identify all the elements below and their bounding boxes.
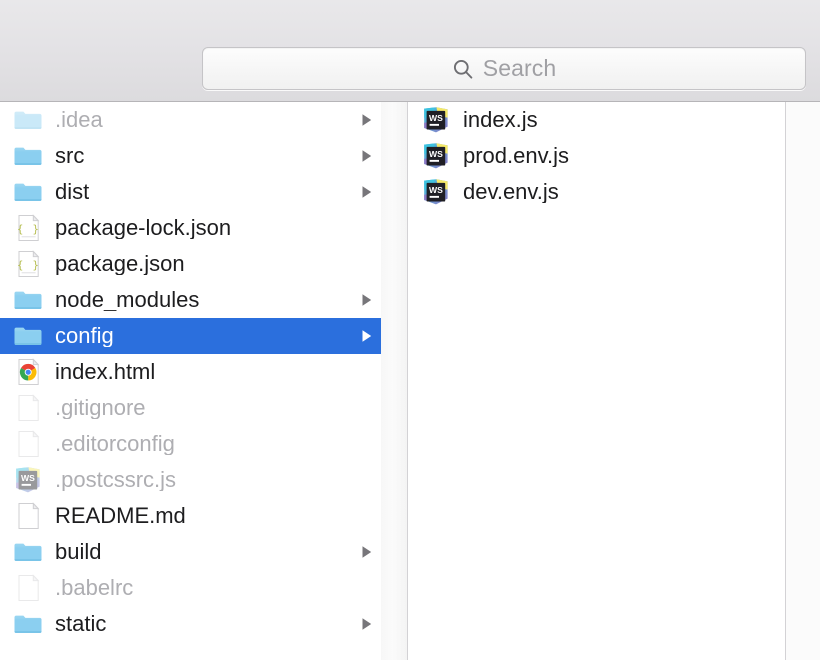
disclosure-arrow-icon[interactable] — [361, 329, 373, 343]
list-item[interactable]: WS .postcssrc.js — [0, 462, 381, 498]
folder-icon — [12, 140, 44, 172]
list-item[interactable]: dist — [0, 174, 381, 210]
list-item[interactable]: .idea — [0, 102, 381, 138]
list-item-label: dev.env.js — [463, 181, 559, 203]
folder-icon — [12, 104, 44, 136]
search-input[interactable]: Search — [202, 47, 806, 90]
webstorm-file-icon: WS — [420, 140, 452, 172]
disclosure-arrow-icon[interactable] — [361, 113, 373, 127]
list-item-label: .editorconfig — [55, 433, 175, 455]
folder-icon — [12, 176, 44, 208]
chrome-file-icon — [12, 356, 44, 388]
list-item[interactable]: .editorconfig — [0, 426, 381, 462]
list-item[interactable]: { } package-lock.json — [0, 210, 381, 246]
list-item-label: .gitignore — [55, 397, 146, 419]
blank-file-icon — [12, 392, 44, 424]
list-item[interactable]: WS dev.env.js — [408, 174, 785, 210]
list-item-label: node_modules — [55, 289, 199, 311]
list-item[interactable]: README.md — [0, 498, 381, 534]
folder-icon — [12, 536, 44, 568]
list-item-label: static — [55, 613, 106, 635]
svg-text:{ }: { } — [17, 223, 40, 235]
list-item-label: src — [55, 145, 84, 167]
list-item[interactable]: src — [0, 138, 381, 174]
folder-icon — [12, 608, 44, 640]
column-project-root[interactable]: .idea src dist { } package-lock.json { } packa… — [0, 102, 381, 660]
list-item-label: build — [55, 541, 101, 563]
list-item-label: README.md — [55, 505, 186, 527]
disclosure-arrow-icon[interactable] — [361, 545, 373, 559]
webstorm-file-icon: WS — [420, 104, 452, 136]
list-item-label: .babelrc — [55, 577, 133, 599]
disclosure-arrow-icon[interactable] — [361, 149, 373, 163]
list-item-label: index.html — [55, 361, 155, 383]
list-item-label: .postcssrc.js — [55, 469, 176, 491]
svg-text:WS: WS — [21, 473, 35, 483]
webstorm-file-icon: WS — [420, 176, 452, 208]
list-item[interactable]: .gitignore — [0, 390, 381, 426]
finder-window: Search .ideasrcdist{ }package-lock.json{… — [0, 0, 820, 660]
list-item-label: dist — [55, 181, 89, 203]
list-item[interactable]: .babelrc — [0, 570, 381, 606]
json-file-icon: { } — [12, 212, 44, 244]
search-placeholder: Search — [483, 55, 556, 82]
svg-text:{ }: { } — [17, 259, 40, 271]
list-item-label: prod.env.js — [463, 145, 569, 167]
column-1-scroll-gutter[interactable] — [381, 102, 407, 660]
folder-icon — [12, 284, 44, 316]
list-item[interactable]: node_modules — [0, 282, 381, 318]
svg-text:WS: WS — [429, 185, 443, 195]
list-item-label: index.js — [463, 109, 538, 131]
column-preview[interactable] — [786, 102, 820, 660]
blank-file-icon — [12, 500, 44, 532]
svg-text:WS: WS — [429, 113, 443, 123]
list-item[interactable]: build — [0, 534, 381, 570]
blank-file-icon — [12, 428, 44, 460]
webstorm-file-icon: WS — [12, 464, 44, 496]
list-item[interactable]: WS index.js — [408, 102, 785, 138]
json-file-icon: { } — [12, 248, 44, 280]
list-item[interactable]: WS prod.env.js — [408, 138, 785, 174]
svg-text:WS: WS — [429, 149, 443, 159]
disclosure-arrow-icon[interactable] — [361, 293, 373, 307]
toolbar: Search — [0, 0, 820, 102]
list-item[interactable]: index.html — [0, 354, 381, 390]
blank-file-icon — [12, 572, 44, 604]
column-config-folder[interactable]: WS index.js WS prod.env.js WS dev.env.js — [408, 102, 785, 660]
disclosure-arrow-icon[interactable] — [361, 185, 373, 199]
list-item-label: .idea — [55, 109, 103, 131]
list-item[interactable]: static — [0, 606, 381, 642]
search-field-content: Search — [452, 55, 556, 82]
disclosure-arrow-icon[interactable] — [361, 617, 373, 631]
list-item[interactable]: { } package.json — [0, 246, 381, 282]
search-icon — [452, 58, 474, 80]
column-view: .idea src dist { } package-lock.json { } packa… — [0, 102, 820, 660]
list-item-label: package-lock.json — [55, 217, 231, 239]
list-item-selected[interactable]: config — [0, 318, 381, 354]
list-item-label: package.json — [55, 253, 185, 275]
list-item-label: config — [55, 325, 114, 347]
folder-icon — [12, 320, 44, 352]
